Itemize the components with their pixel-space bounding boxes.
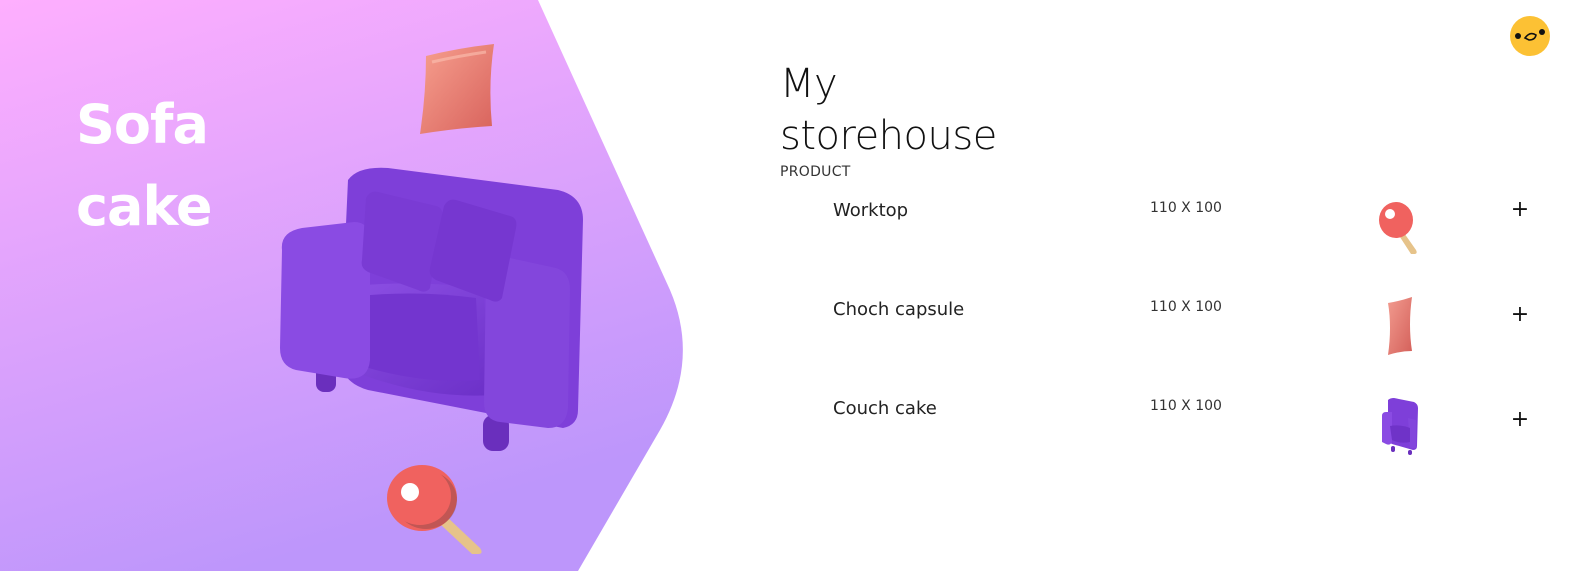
product-name: Choch capsule xyxy=(833,299,965,320)
product-size: 110 X 100 xyxy=(1150,398,1222,414)
avatar-face-icon xyxy=(1515,29,1545,41)
page-title: My storehouse xyxy=(780,58,1560,162)
add-button[interactable]: + xyxy=(1508,196,1532,224)
page-title-line-1: My xyxy=(780,61,838,107)
armchair-icon xyxy=(1378,396,1422,456)
sofa-illustration xyxy=(278,160,588,455)
pillow-illustration xyxy=(418,44,498,136)
product-name: Couch cake xyxy=(833,398,937,419)
product-size: 110 X 100 xyxy=(1150,200,1222,216)
hero-title-line-2: cake xyxy=(76,175,213,238)
hero-title-line-1: Sofa xyxy=(76,93,209,156)
page-title-line-2: storehouse xyxy=(780,113,997,159)
add-button[interactable]: + xyxy=(1508,301,1532,329)
ping-pong-paddle-icon xyxy=(1378,200,1422,260)
product-row-worktop: Worktop 110 X 100 + xyxy=(780,192,1540,291)
product-list: Worktop 110 X 100 + Choch capsule 110 X … xyxy=(780,192,1540,489)
product-size: 110 X 100 xyxy=(1150,299,1222,315)
ping-pong-paddle-illustration xyxy=(386,462,490,556)
product-row-choch-capsule: Choch capsule 110 X 100 + xyxy=(780,291,1540,390)
product-section-label: PRODUCT xyxy=(780,164,851,180)
hero-title: Sofa cake xyxy=(76,84,213,248)
storehouse-header: My storehouse PRODUCT xyxy=(780,58,1560,180)
avatar[interactable] xyxy=(1510,16,1550,56)
product-row-couch-cake: Couch cake 110 X 100 + xyxy=(780,390,1540,489)
pillow-icon xyxy=(1378,297,1422,357)
add-button[interactable]: + xyxy=(1508,406,1532,434)
product-name: Worktop xyxy=(833,200,909,221)
